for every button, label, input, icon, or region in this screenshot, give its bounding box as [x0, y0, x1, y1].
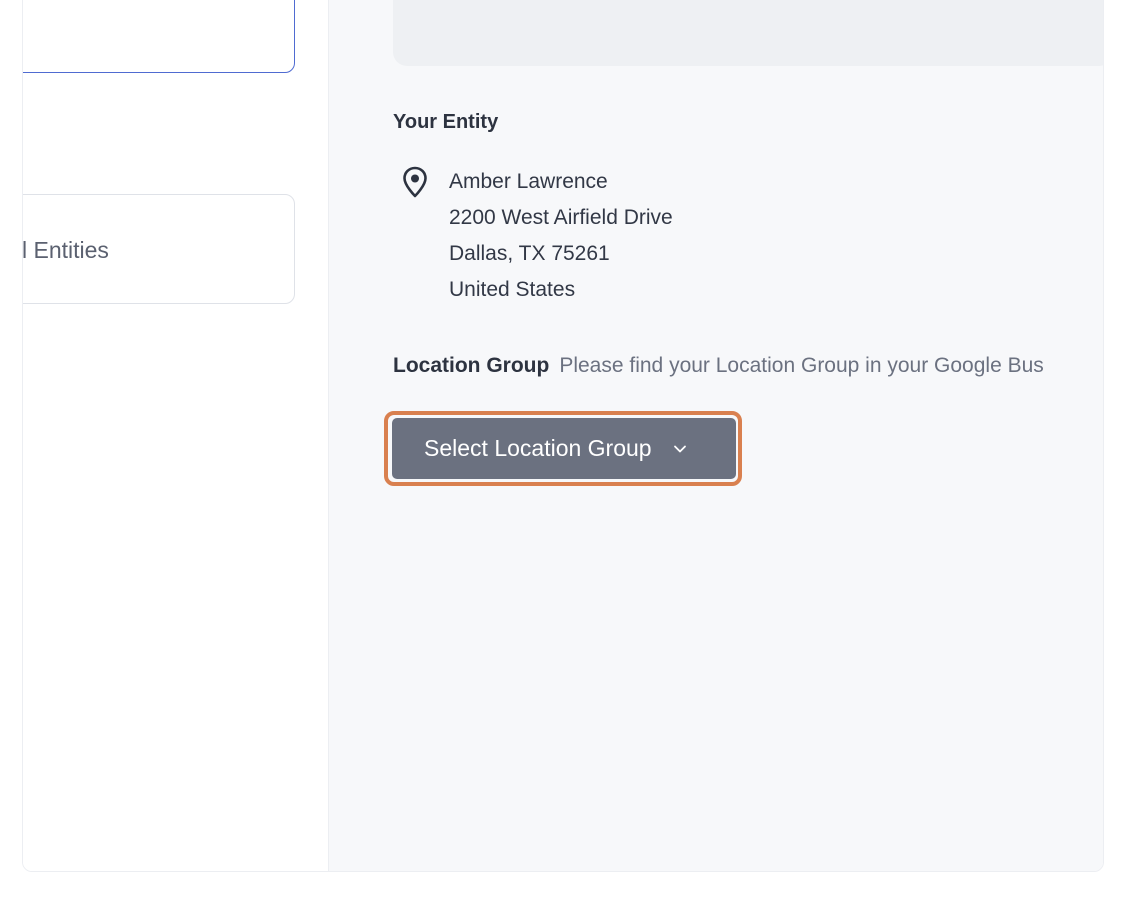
map-pin-icon: [403, 166, 427, 198]
select-location-group-button[interactable]: Select Location Group: [392, 418, 736, 479]
location-group-row: Location Group Please find your Location …: [393, 354, 1044, 378]
location-group-label: Location Group: [393, 354, 550, 377]
left-panel: l Entities: [23, 0, 329, 871]
entity-country: United States: [449, 278, 576, 301]
right-panel: Your Entity Amber Lawrence 2200 West Air…: [329, 0, 1103, 871]
entity-city: Dallas, TX 75261: [449, 242, 610, 265]
app-frame: l Entities Your Entity Amber Lawrence 22…: [22, 0, 1104, 872]
info-card: [393, 0, 1103, 66]
entity-name: Amber Lawrence: [449, 170, 608, 193]
entity-street: 2200 West Airfield Drive: [449, 206, 673, 229]
entity-address: Amber Lawrence 2200 West Airfield Drive …: [449, 164, 673, 308]
selected-option-card[interactable]: [23, 0, 295, 73]
location-group-help: Please find your Location Group in your …: [559, 354, 1044, 377]
chevron-down-icon: [673, 445, 686, 452]
option-card-label: l Entities: [22, 237, 109, 263]
your-entity-title: Your Entity: [393, 111, 499, 133]
option-card-entities[interactable]: l Entities: [22, 194, 295, 304]
select-location-group-label: Select Location Group: [424, 435, 652, 461]
